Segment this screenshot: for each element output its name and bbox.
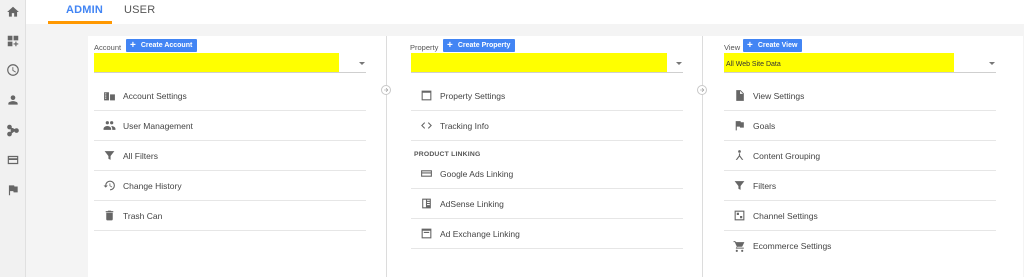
property-settings-item[interactable]: Property Settings bbox=[411, 81, 683, 111]
property-column: Property + Create Property Property Sett… bbox=[410, 36, 700, 277]
flag-icon[interactable] bbox=[5, 182, 21, 198]
google-ads-linking-label: Google Ads Linking bbox=[440, 168, 514, 179]
property-settings-label: Property Settings bbox=[440, 90, 506, 101]
grouping-icon bbox=[732, 149, 746, 163]
property-selector[interactable] bbox=[411, 53, 667, 72]
home-icon[interactable] bbox=[5, 4, 21, 20]
filters-item[interactable]: Filters bbox=[724, 171, 996, 201]
view-selector[interactable]: All Web Site Data bbox=[724, 53, 954, 72]
column-divider bbox=[386, 36, 387, 277]
account-settings-item[interactable]: Account Settings bbox=[94, 81, 366, 111]
user-management-item[interactable]: User Management bbox=[94, 111, 366, 141]
property-selector-underline bbox=[411, 72, 683, 73]
code-icon bbox=[419, 119, 433, 133]
account-label: Account bbox=[94, 43, 122, 52]
view-settings-item[interactable]: View Settings bbox=[724, 81, 996, 111]
goals-item[interactable]: Goals bbox=[724, 111, 996, 141]
left-nav-rail bbox=[0, 0, 26, 277]
history-icon bbox=[102, 179, 116, 193]
channel-settings-label: Channel Settings bbox=[753, 210, 818, 221]
plus-icon: + bbox=[447, 39, 453, 51]
view-selector-underline bbox=[724, 72, 996, 73]
person-icon[interactable] bbox=[5, 92, 21, 108]
tracking-info-label: Tracking Info bbox=[440, 120, 489, 131]
all-filters-label: All Filters bbox=[123, 150, 158, 161]
create-account-button[interactable]: + Create Account bbox=[126, 39, 198, 52]
clock-icon[interactable] bbox=[5, 62, 21, 78]
top-tabs: ADMIN USER bbox=[26, 0, 1024, 24]
column-divider-arrow-icon bbox=[697, 85, 707, 95]
account-column: Account + Create Account Account Setting… bbox=[94, 36, 384, 277]
document-icon bbox=[732, 89, 746, 103]
create-property-label: Create Property bbox=[457, 42, 511, 49]
adexchange-icon bbox=[419, 227, 433, 241]
chevron-down-icon[interactable] bbox=[359, 62, 365, 65]
plus-icon: + bbox=[747, 39, 753, 51]
admin-content: Account + Create Account Account Setting… bbox=[26, 24, 1024, 277]
account-selector-underline bbox=[94, 72, 366, 73]
google-ads-linking-item[interactable]: Google Ads Linking bbox=[411, 159, 683, 189]
view-settings-label: View Settings bbox=[753, 90, 805, 101]
window-icon bbox=[419, 89, 433, 103]
ad-exchange-linking-item[interactable]: Ad Exchange Linking bbox=[411, 219, 683, 249]
tracking-info-item[interactable]: Tracking Info bbox=[411, 111, 683, 141]
column-divider bbox=[702, 36, 703, 277]
people-icon bbox=[102, 119, 116, 133]
all-filters-item[interactable]: All Filters bbox=[94, 141, 366, 171]
user-management-label: User Management bbox=[123, 120, 193, 131]
filter-icon bbox=[732, 179, 746, 193]
create-account-label: Create Account bbox=[140, 42, 193, 49]
create-view-label: Create View bbox=[757, 42, 798, 49]
chevron-down-icon[interactable] bbox=[989, 62, 995, 65]
tab-user[interactable]: USER bbox=[124, 4, 155, 24]
ecommerce-settings-item[interactable]: Ecommerce Settings bbox=[724, 231, 996, 261]
content-grouping-item[interactable]: Content Grouping bbox=[724, 141, 996, 171]
ad-exchange-linking-label: Ad Exchange Linking bbox=[440, 228, 520, 239]
dashboard-icon[interactable] bbox=[5, 33, 21, 49]
trash-can-item[interactable]: Trash Can bbox=[94, 201, 366, 231]
adsense-icon bbox=[419, 197, 433, 211]
account-settings-label: Account Settings bbox=[123, 90, 187, 101]
admin-columns-card: Account + Create Account Account Setting… bbox=[88, 36, 1023, 277]
content-grouping-label: Content Grouping bbox=[753, 150, 821, 161]
share-icon[interactable] bbox=[5, 122, 21, 138]
adsense-linking-label: AdSense Linking bbox=[440, 198, 504, 209]
property-label: Property bbox=[410, 43, 439, 52]
channel-icon bbox=[732, 209, 746, 223]
filter-icon bbox=[102, 149, 116, 163]
building-icon bbox=[102, 89, 116, 103]
goals-label: Goals bbox=[753, 120, 776, 131]
create-property-button[interactable]: + Create Property bbox=[443, 39, 516, 52]
view-label: View bbox=[724, 43, 741, 52]
card-icon[interactable] bbox=[5, 152, 21, 168]
trash-can-label: Trash Can bbox=[123, 210, 163, 221]
adsense-linking-item[interactable]: AdSense Linking bbox=[411, 189, 683, 219]
chevron-down-icon[interactable] bbox=[676, 62, 682, 65]
flag-icon bbox=[732, 119, 746, 133]
channel-settings-item[interactable]: Channel Settings bbox=[724, 201, 996, 231]
column-divider-arrow-icon bbox=[381, 85, 391, 95]
product-linking-heading: PRODUCT LINKING bbox=[414, 151, 481, 158]
create-view-button[interactable]: + Create View bbox=[743, 39, 803, 52]
change-history-label: Change History bbox=[123, 180, 182, 191]
change-history-item[interactable]: Change History bbox=[94, 171, 366, 201]
account-selector[interactable] bbox=[94, 53, 339, 72]
plus-icon: + bbox=[130, 39, 136, 51]
view-column: View + Create View All Web Site Data Vie… bbox=[724, 36, 1014, 277]
ecommerce-settings-label: Ecommerce Settings bbox=[753, 241, 832, 251]
ads-icon bbox=[419, 167, 433, 181]
trash-icon bbox=[102, 209, 116, 223]
filters-label: Filters bbox=[753, 180, 777, 191]
cart-icon bbox=[732, 239, 746, 253]
